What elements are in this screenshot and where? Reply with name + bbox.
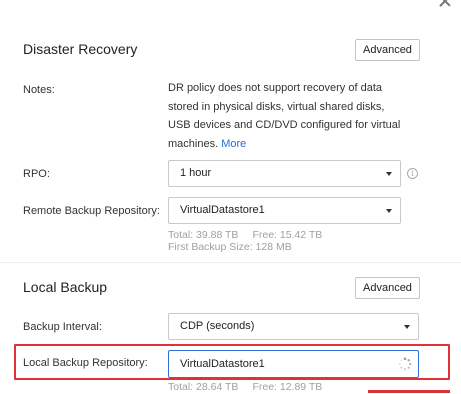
info-icon[interactable]: i: [407, 168, 418, 179]
close-icon[interactable]: [438, 0, 452, 8]
loading-spinner-icon: [398, 357, 412, 371]
more-link[interactable]: More: [221, 138, 246, 150]
remote-free: Free: 15.42 TB: [252, 229, 323, 241]
first-backup-size: First Backup Size: 128 MB: [168, 241, 292, 253]
dr-advanced-button[interactable]: Advanced: [355, 39, 420, 61]
chevron-down-icon: [386, 209, 392, 213]
notes-body: DR policy does not support recovery of d…: [168, 82, 401, 150]
remote-total: Total: 39.88 TB: [168, 229, 239, 241]
chevron-down-icon: [386, 172, 392, 176]
remote-repo-select[interactable]: VirtualDatastore1: [168, 197, 401, 224]
local-total: Total: 28.64 TB: [168, 381, 239, 393]
local-repo-select[interactable]: VirtualDatastore1: [168, 350, 419, 378]
local-repo-label: Local Backup Repository:: [23, 357, 148, 369]
interval-value: CDP (seconds): [180, 320, 255, 332]
rpo-value: 1 hour: [180, 167, 212, 179]
remote-repo-label: Remote Backup Repository:: [23, 205, 160, 217]
local-repo-value: VirtualDatastore1: [180, 358, 265, 370]
notes-text: DR policy does not support recovery of d…: [168, 79, 408, 153]
rpo-label: RPO:: [23, 168, 50, 180]
remote-repo-stats: Total: 39.88 TB Free: 15.42 TB: [168, 229, 322, 241]
error-indicator: [368, 390, 450, 393]
section-divider: [0, 262, 461, 263]
local-section-title: Local Backup: [23, 279, 108, 295]
dr-section-title: Disaster Recovery: [23, 41, 138, 57]
notes-label: Notes:: [23, 84, 55, 96]
local-free: Free: 12.89 TB: [252, 381, 323, 393]
local-advanced-button[interactable]: Advanced: [355, 277, 420, 299]
remote-repo-value: VirtualDatastore1: [180, 204, 265, 216]
rpo-select[interactable]: 1 hour: [168, 160, 401, 187]
interval-select[interactable]: CDP (seconds): [168, 313, 419, 340]
chevron-down-icon: [404, 325, 410, 329]
interval-label: Backup Interval:: [23, 321, 102, 333]
local-repo-stats: Total: 28.64 TB Free: 12.89 TB: [168, 381, 322, 393]
